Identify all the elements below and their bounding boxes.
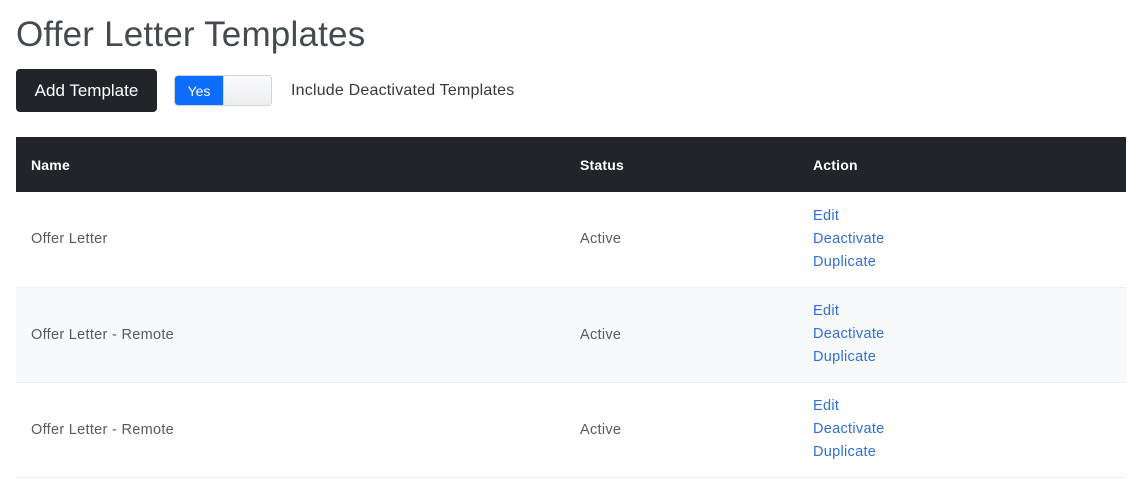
page-title: Offer Letter Templates [16,15,366,54]
add-template-button[interactable]: Add Template [16,69,157,112]
table-body: Offer Letter Active Edit Deactivate Dupl… [16,192,1126,477]
column-header-name: Name [31,156,70,173]
table-row: Offer Letter - Remote Active Edit Deacti… [16,382,1126,477]
template-name: Offer Letter - Remote [31,326,175,343]
template-name: Offer Letter [31,231,108,248]
template-status: Active [580,326,622,343]
duplicate-link[interactable]: Duplicate [813,251,1111,274]
toggle-handle[interactable] [223,76,271,105]
row-actions: Edit Deactivate Duplicate [798,192,1126,287]
include-deactivated-toggle[interactable]: Yes [174,75,272,106]
deactivate-link[interactable]: Deactivate [813,323,1111,346]
table-header-row: Name Status Action [16,137,1126,192]
templates-table: Name Status Action Offer Letter Active E… [16,137,1126,478]
edit-link[interactable]: Edit [813,300,1111,323]
duplicate-link[interactable]: Duplicate [813,441,1111,464]
duplicate-link[interactable]: Duplicate [813,346,1111,369]
template-name: Offer Letter - Remote [31,421,175,438]
include-deactivated-label: Include Deactivated Templates [291,81,515,99]
table-row: Offer Letter Active Edit Deactivate Dupl… [16,192,1126,287]
page: Offer Letter Templates Add Template Yes … [0,0,1141,495]
edit-link[interactable]: Edit [813,395,1111,418]
column-header-status: Status [580,156,624,173]
template-status: Active [580,231,622,248]
table-row: Offer Letter - Remote Active Edit Deacti… [16,287,1126,382]
deactivate-link[interactable]: Deactivate [813,418,1111,441]
column-header-action: Action [813,156,858,173]
row-actions: Edit Deactivate Duplicate [798,382,1126,477]
toggle-on-label: Yes [175,76,223,105]
template-status: Active [580,421,622,438]
table-header: Name Status Action [16,137,1126,192]
toolbar: Add Template Yes Include Deactivated Tem… [16,69,514,112]
row-actions: Edit Deactivate Duplicate [798,287,1126,382]
edit-link[interactable]: Edit [813,205,1111,228]
deactivate-link[interactable]: Deactivate [813,228,1111,251]
